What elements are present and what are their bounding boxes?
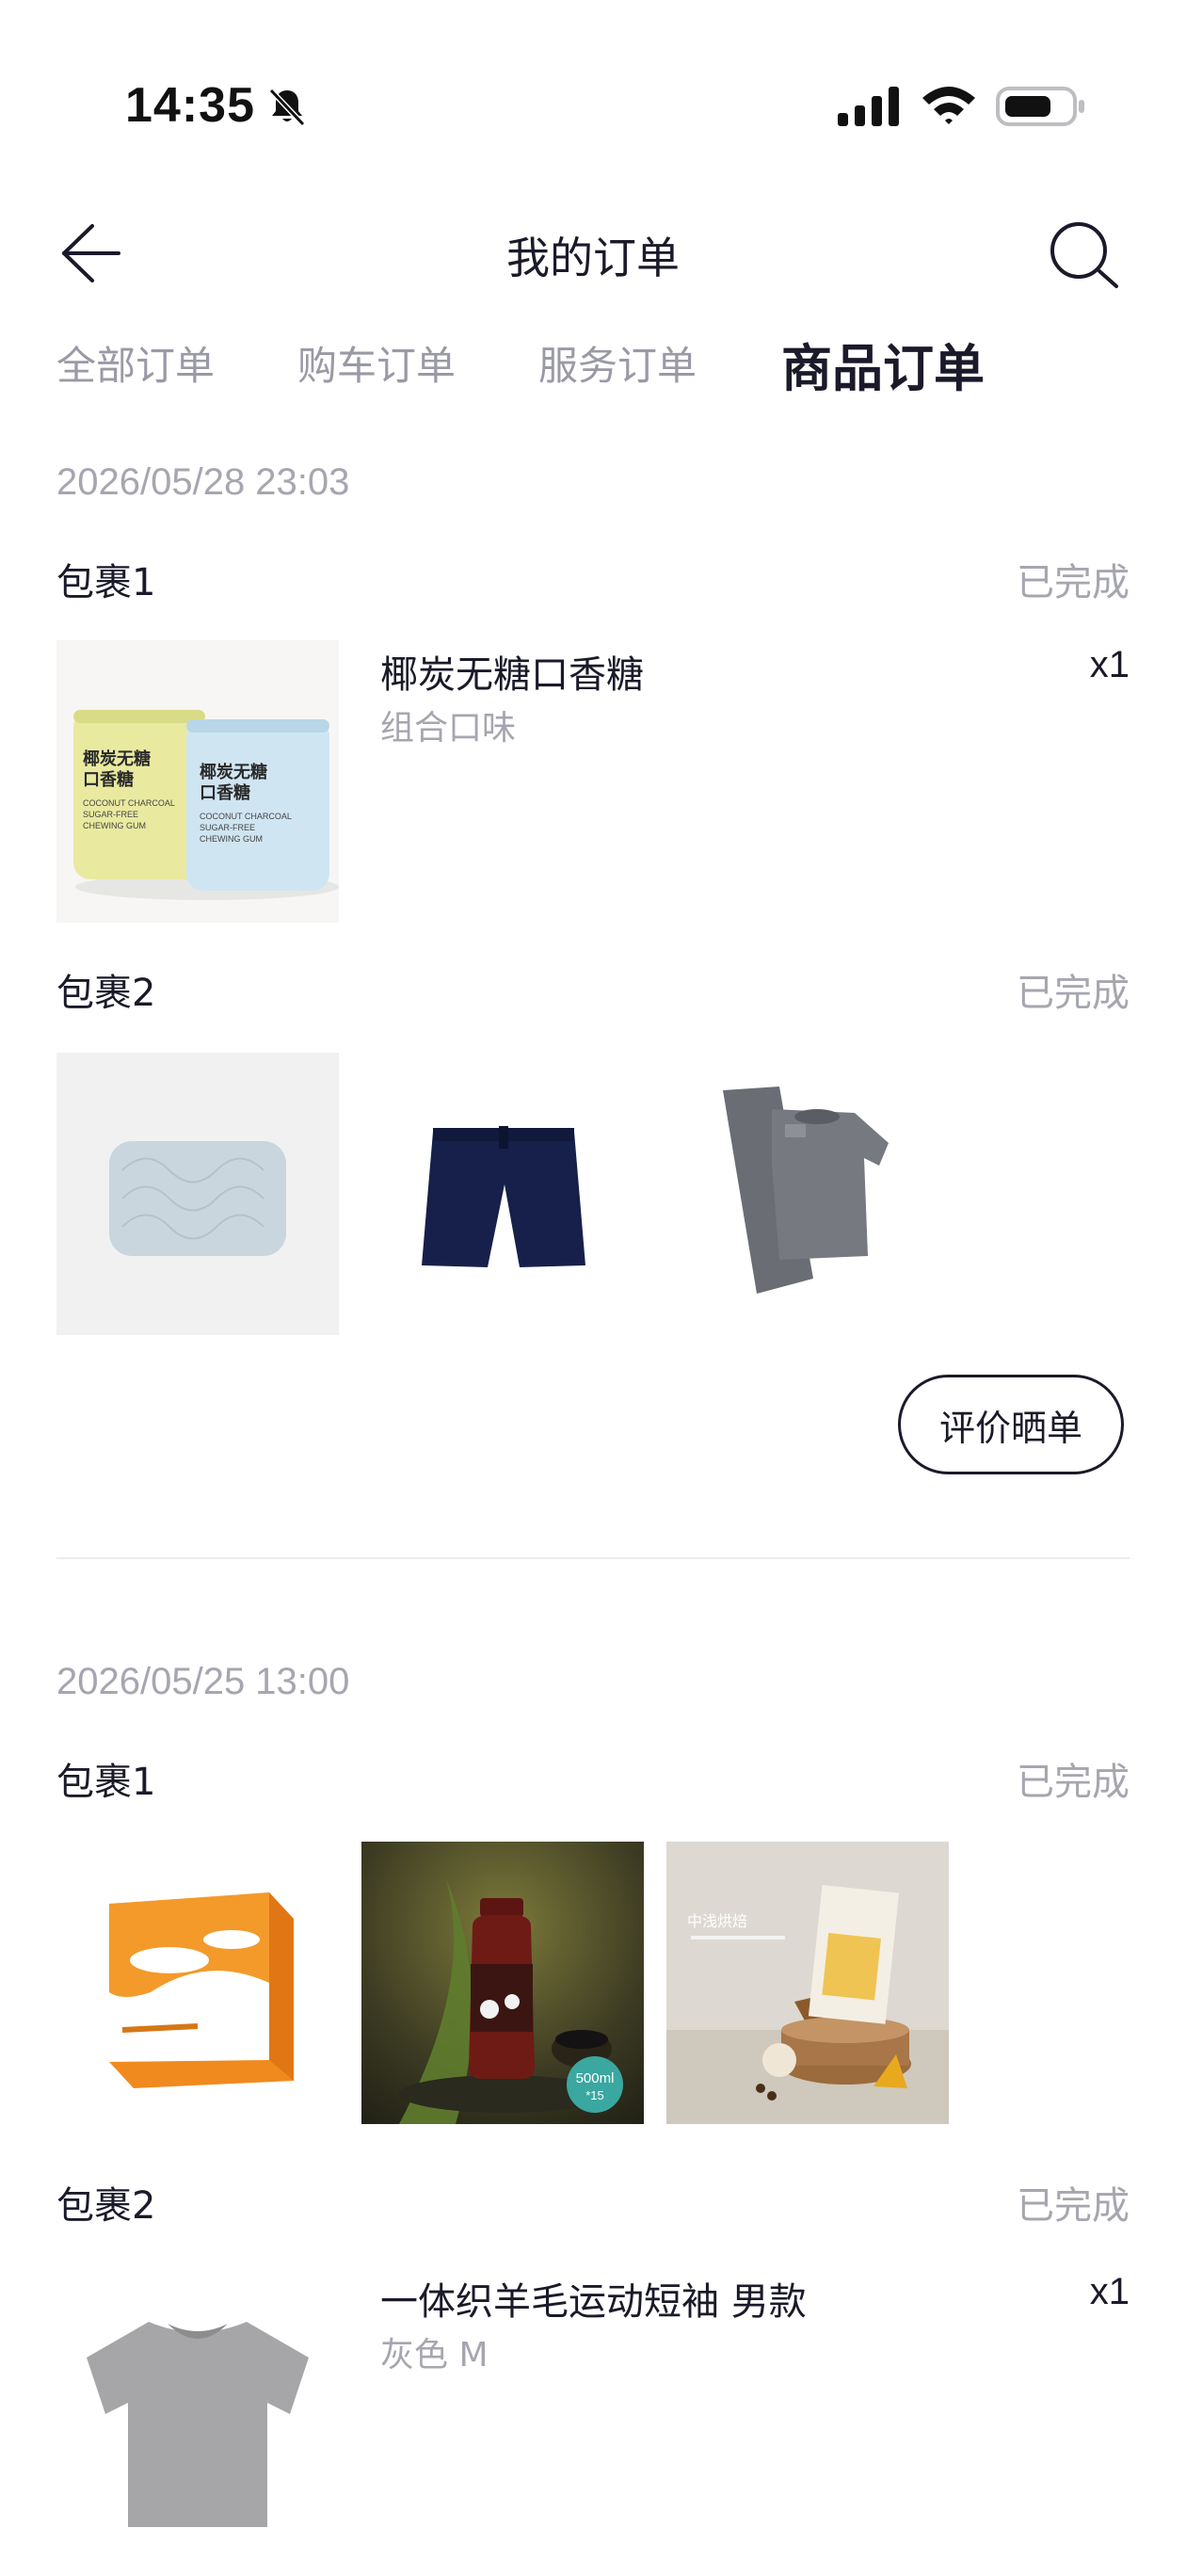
gum-tin-label-1: 椰炭无糖	[83, 749, 151, 769]
cellular-signal-icon	[838, 87, 902, 126]
battery-icon	[996, 85, 1086, 128]
package-status: 已完成	[1017, 2184, 1130, 2228]
nav-bar: 我的订单	[0, 188, 1186, 320]
tab-all-orders[interactable]: 全部订单	[56, 334, 215, 392]
coffee-roast-label: 中浅烘焙	[687, 1912, 747, 1930]
status-time: 14:35	[125, 78, 255, 133]
review-button[interactable]: 评价晒单	[898, 1375, 1124, 1474]
product-image-coffee[interactable]: 中浅烘焙	[666, 1842, 949, 2124]
package-label: 包裹1	[56, 1761, 156, 1804]
status-bar: 14:35	[0, 0, 1186, 160]
wifi-icon	[921, 83, 977, 126]
order-date: 2026/05/25 13:00	[56, 1661, 350, 1702]
package-label: 包裹2	[56, 972, 156, 1015]
order-tabs: 全部订单 购车订单 服务订单 商品订单	[56, 334, 1130, 410]
gum-tin-b-en-3: CHEWING GUM	[200, 834, 263, 844]
item-quantity: x1	[1089, 644, 1130, 685]
product-image-wool-tee[interactable]	[56, 2263, 339, 2546]
tab-product-orders[interactable]: 商品订单	[781, 327, 985, 401]
gum-tin-label-2: 口香糖	[83, 769, 134, 790]
package-status: 已完成	[1017, 561, 1130, 604]
gum-tin-b-en-2: SUGAR-FREE	[200, 823, 255, 832]
gum-tin-en-1: COCONUT CHARCOAL	[83, 798, 175, 808]
item-name[interactable]: 椰炭无糖口香糖	[380, 644, 644, 699]
package-label: 包裹1	[56, 561, 156, 604]
gum-tin-b-label-1: 椰炭无糖	[200, 762, 267, 782]
package-status: 已完成	[1017, 972, 1130, 1015]
gum-tin-b-label-2: 口香糖	[200, 782, 250, 803]
tab-car-orders[interactable]: 购车订单	[297, 334, 456, 392]
gum-tin-en-3: CHEWING GUM	[83, 821, 146, 830]
item-spec: 灰色 M	[380, 2336, 489, 2375]
tab-service-orders[interactable]: 服务订单	[538, 334, 697, 392]
product-image-cooling-mat[interactable]	[56, 1053, 339, 1335]
bottle-count-badge: *15	[585, 2088, 604, 2102]
item-quantity: x1	[1089, 2271, 1130, 2312]
package-label: 包裹2	[56, 2184, 156, 2228]
product-image-bottle-drink[interactable]: 500ml *15	[361, 1842, 644, 2124]
gum-tin-en-2: SUGAR-FREE	[83, 810, 138, 819]
item-name[interactable]: 一体织羊毛运动短袖 男款	[380, 2271, 807, 2326]
page-title: 我的订单	[506, 233, 680, 283]
order-divider	[56, 1557, 1130, 1559]
product-image-thermal-set[interactable]	[666, 1053, 949, 1335]
product-image-chewing-gum[interactable]: 椰炭无糖 口香糖 COCONUT CHARCOAL SUGAR-FREE CHE…	[56, 640, 339, 923]
search-icon[interactable]	[1047, 218, 1122, 294]
package-status: 已完成	[1017, 1761, 1130, 1804]
bottle-volume-badge: 500ml	[576, 2070, 615, 2086]
bell-muted-icon	[265, 85, 309, 128]
gum-tin-b-en-1: COCONUT CHARCOAL	[200, 812, 292, 821]
order-date: 2026/05/28 23:03	[56, 461, 350, 503]
product-image-orange-box[interactable]	[56, 1842, 339, 2124]
product-image-shorts[interactable]	[361, 1053, 644, 1335]
item-spec: 组合口味	[380, 709, 517, 748]
